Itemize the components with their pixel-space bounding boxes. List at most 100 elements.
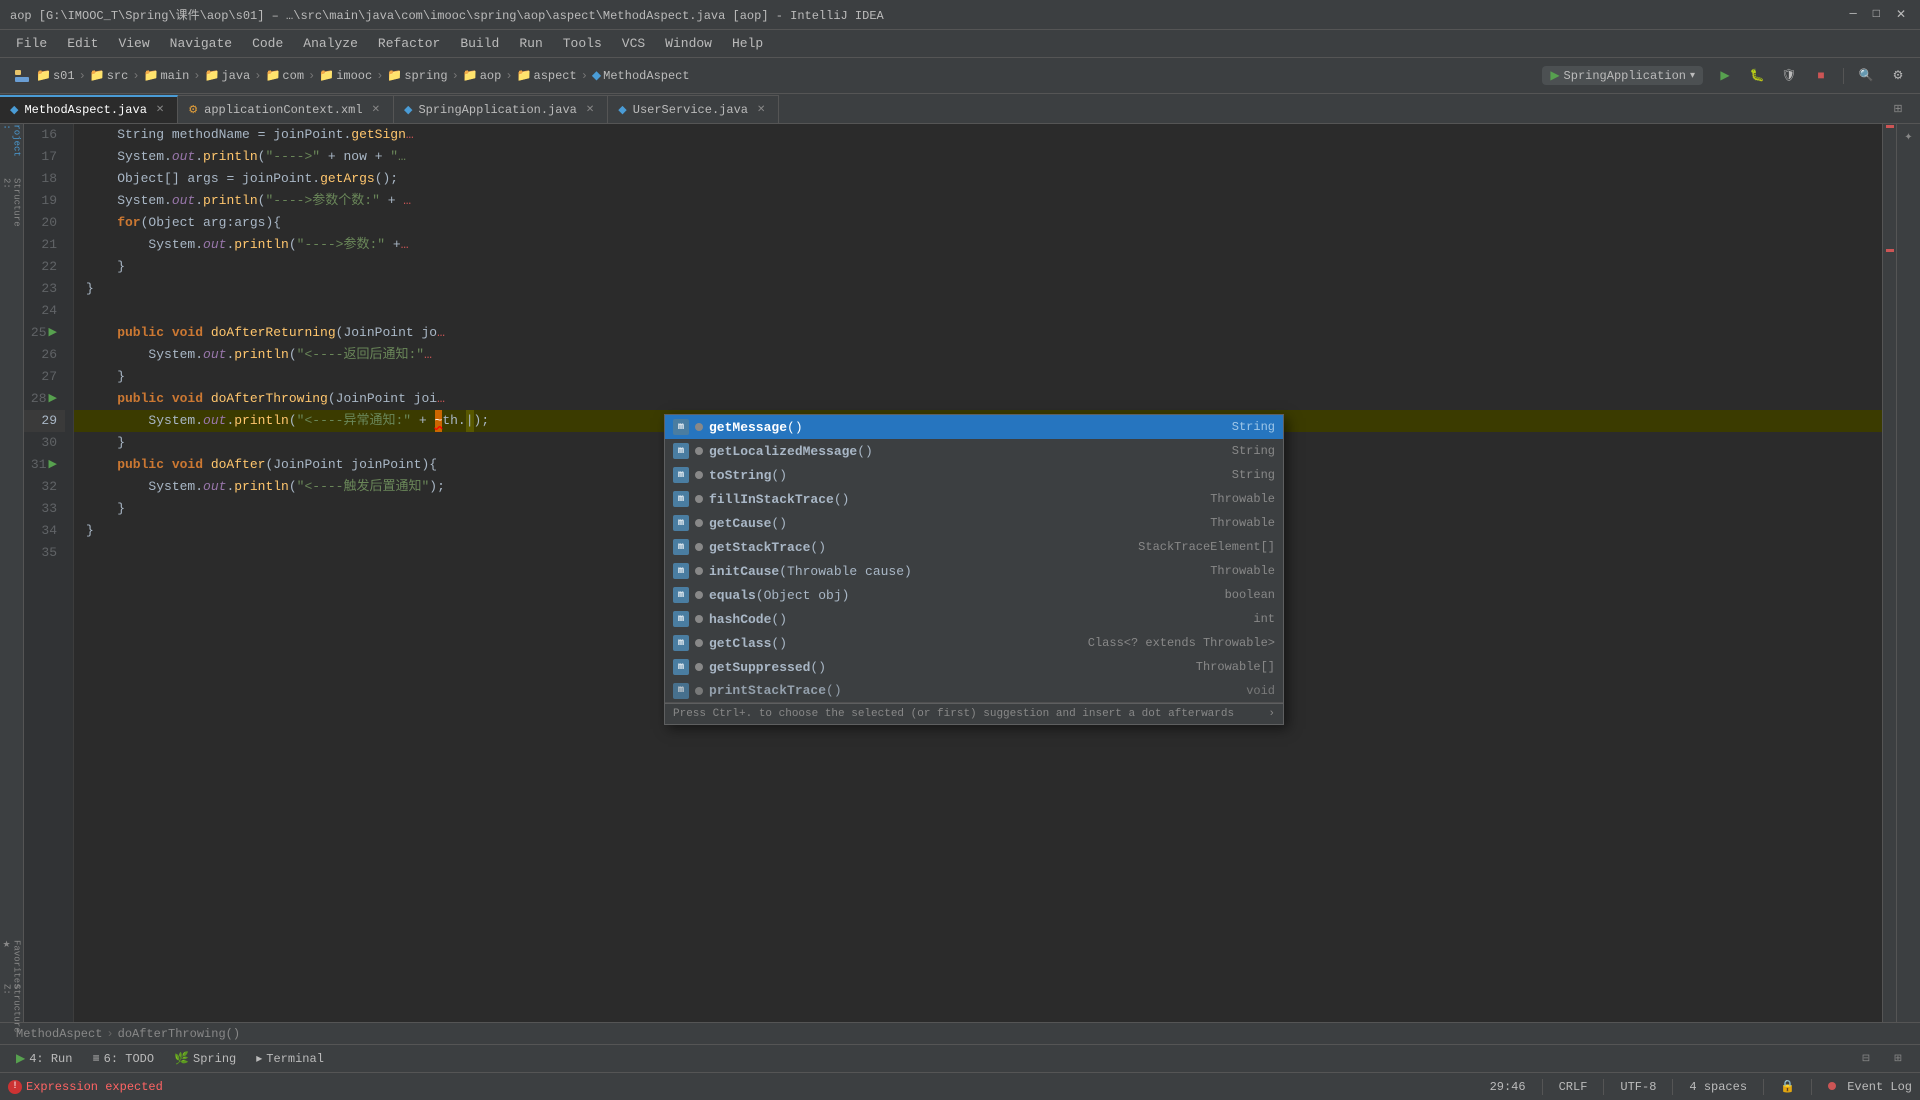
menu-analyze[interactable]: Analyze (295, 34, 366, 53)
menu-help[interactable]: Help (724, 34, 771, 53)
ac-item-printstacktrace[interactable]: m printStackTrace() void (665, 679, 1283, 703)
status-line-ending[interactable]: CRLF (1559, 1080, 1588, 1094)
favorites-panel-btn[interactable]: ★ Favorites (2, 954, 22, 974)
hide-panels-btn[interactable]: ⊟ (1852, 1045, 1880, 1073)
spring-tab-label: Spring (193, 1052, 236, 1066)
ac-expand-icon[interactable]: › (1268, 708, 1275, 720)
structure-panel-btn[interactable]: 2: Structure (2, 192, 22, 212)
menu-refactor[interactable]: Refactor (370, 34, 448, 53)
restore-panels-btn[interactable]: ⊞ (1884, 1045, 1912, 1073)
breadcrumb-sep-1: › (79, 69, 86, 83)
ac-type-tostring: String (1232, 468, 1275, 482)
tab-bar: ◆ MethodAspect.java ✕ ⚙ applicationConte… (0, 94, 1920, 124)
ac-icon-hashcode: m (673, 611, 689, 627)
project-icon[interactable] (8, 62, 36, 90)
ac-item-hashcode[interactable]: m hashCode() int (665, 607, 1283, 631)
status-position[interactable]: 29:46 (1490, 1080, 1526, 1094)
run-button[interactable]: ▶ (1711, 62, 1739, 90)
debug-button[interactable]: 🐛 (1743, 62, 1771, 90)
menu-view[interactable]: View (110, 34, 157, 53)
settings-button[interactable]: ⚙ (1884, 62, 1912, 90)
breadcrumb-java[interactable]: 📁 java (205, 68, 251, 83)
breadcrumb-aspect[interactable]: 📁 aspect (517, 68, 577, 83)
tab-close-userservice[interactable]: ✕ (754, 103, 768, 117)
ac-item-getsuppressed[interactable]: m getSuppressed() Throwable[] (665, 655, 1283, 679)
tab-springapplication[interactable]: ◆ SpringApplication.java ✕ (394, 95, 608, 123)
tab-close-springapp[interactable]: ✕ (583, 103, 597, 117)
menu-tools[interactable]: Tools (555, 34, 610, 53)
ac-item-tostring[interactable]: m toString() String (665, 463, 1283, 487)
ac-item-getclass[interactable]: m getClass() Class<? extends Throwable> (665, 631, 1283, 655)
run-config[interactable]: ▶ SpringApplication ▾ (1542, 66, 1703, 85)
scroll-marker-2 (1886, 249, 1894, 252)
project-panel-btn[interactable]: 1: Project (2, 128, 22, 148)
ac-icon-equals: m (673, 587, 689, 603)
line-num-31: 31 ▶ (24, 454, 65, 476)
line-num-21: 21 (24, 234, 65, 256)
breadcrumb-methodaspect-label: MethodAspect (603, 69, 689, 83)
tab-terminal[interactable]: ▸ Terminal (248, 1047, 332, 1071)
ac-item-getcause[interactable]: m getCause() Throwable (665, 511, 1283, 535)
menu-file[interactable]: File (8, 34, 55, 53)
minimize-btn[interactable]: ─ (1846, 7, 1861, 22)
tab-methodaspect[interactable]: ◆ MethodAspect.java ✕ (0, 95, 178, 123)
breadcrumb-s01[interactable]: 📁 s01 (36, 68, 75, 83)
breadcrumb-com-label: com (282, 69, 304, 83)
close-btn[interactable]: ✕ (1892, 7, 1910, 22)
right-scrollbar[interactable] (1882, 124, 1896, 1022)
tab-todo[interactable]: ≡ 6: TODO (84, 1047, 162, 1071)
line-num-24: 24 (24, 300, 65, 322)
tab-close-methodaspect[interactable]: ✕ (153, 103, 167, 117)
code-line-26: System.out.println("<----返回后通知:"… (74, 344, 1882, 366)
stop-button[interactable]: ■ (1807, 62, 1835, 90)
search-everywhere-button[interactable]: 🔍 (1852, 62, 1880, 90)
breadcrumb-aop[interactable]: 📁 aop (463, 68, 502, 83)
right-sidebar-btn1[interactable]: ✦ (1899, 128, 1919, 148)
status-sep3 (1672, 1079, 1673, 1095)
ac-icon-getsuppressed: m (673, 659, 689, 675)
breadcrumb-imooc-label: imooc (336, 69, 372, 83)
tab-applicationcontext[interactable]: ⚙ applicationContext.xml ✕ (178, 95, 394, 123)
breadcrumb-imooc[interactable]: 📁 imooc (319, 68, 372, 83)
autocomplete-popup[interactable]: m getMessage() String m getLocalizedMess… (664, 414, 1284, 725)
breadcrumb-com[interactable]: 📁 com (265, 68, 304, 83)
ac-item-getstacktrace[interactable]: m getStackTrace() StackTraceElement[] (665, 535, 1283, 559)
breadcrumb-spring[interactable]: 📁 spring (387, 68, 447, 83)
tab-userservice[interactable]: ◆ UserService.java ✕ (608, 95, 779, 123)
menu-navigate[interactable]: Navigate (162, 34, 240, 53)
menu-edit[interactable]: Edit (59, 34, 106, 53)
breadcrumb-src[interactable]: 📁 src (90, 68, 129, 83)
ac-item-getmessage[interactable]: m getMessage() String (665, 415, 1283, 439)
ac-item-equals[interactable]: m equals(Object obj) boolean (665, 583, 1283, 607)
code-editor: 16 17 18 19 20 21 22 23 24 25 ▶ 26 27 28… (24, 124, 1896, 1022)
code-content[interactable]: String methodName = joinPoint.getSign… S… (74, 124, 1882, 1022)
ac-item-initcause[interactable]: m initCause(Throwable cause) Throwable (665, 559, 1283, 583)
code-line-23: } (74, 278, 1882, 300)
breadcrumb-icon-aop: 📁 (463, 68, 478, 83)
menu-code[interactable]: Code (244, 34, 291, 53)
menu-build[interactable]: Build (452, 34, 507, 53)
recent-files-btn[interactable]: ⊞ (1884, 95, 1912, 123)
tab-icon-methodaspect: ◆ (10, 103, 18, 117)
breadcrumb-methodaspect[interactable]: ◆ MethodAspect (592, 68, 690, 83)
status-error: ! Expression expected (8, 1080, 163, 1094)
status-encoding[interactable]: UTF-8 (1620, 1080, 1656, 1094)
ac-type-getcause: Throwable (1210, 516, 1275, 530)
tab-icon-springapp: ◆ (404, 103, 412, 117)
event-log-btn[interactable]: Event Log (1828, 1080, 1912, 1094)
tab-close-appcontext[interactable]: ✕ (369, 103, 383, 117)
ac-item-fillinstacktrace[interactable]: m fillInStackTrace() Throwable (665, 487, 1283, 511)
breadcrumb-main[interactable]: 📁 main (144, 68, 190, 83)
status-sep1 (1542, 1079, 1543, 1095)
coverage-button[interactable]: 🛡 (1775, 62, 1803, 90)
ac-item-getlocalizedmessage[interactable]: m getLocalizedMessage() String (665, 439, 1283, 463)
menu-vcs[interactable]: VCS (614, 34, 653, 53)
status-indent[interactable]: 4 spaces (1689, 1080, 1747, 1094)
menu-run[interactable]: Run (511, 34, 550, 53)
code-line-25: public void doAfterReturning(JoinPoint j… (74, 322, 1882, 344)
maximize-btn[interactable]: □ (1869, 7, 1884, 22)
menu-window[interactable]: Window (657, 34, 720, 53)
z-structure-btn[interactable]: Z: Structure (2, 998, 22, 1018)
tab-spring[interactable]: 🌿 Spring (166, 1047, 244, 1071)
tab-run[interactable]: ▶ 4: Run (8, 1047, 80, 1071)
